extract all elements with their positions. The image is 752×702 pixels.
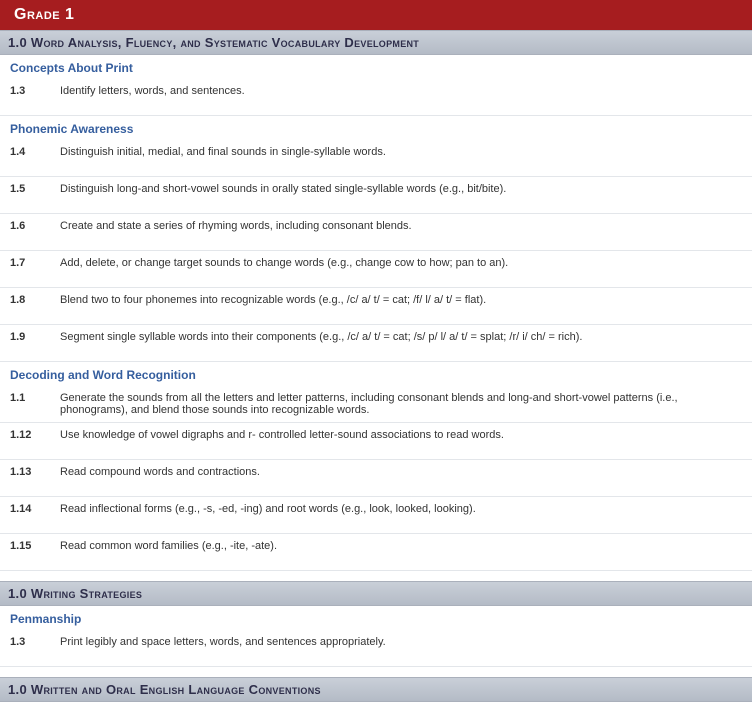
standard-row: 1.14Read inflectional forms (e.g., -s, -… <box>0 497 752 534</box>
section-header: 1.0 Word Analysis, Fluency, and Systemat… <box>0 30 752 55</box>
standard-row: 1.4Distinguish initial, medial, and fina… <box>0 140 752 177</box>
standard-text: Print legibly and space letters, words, … <box>52 630 752 667</box>
standard-text: Distinguish initial, medial, and final s… <box>52 140 752 177</box>
grade-header: Grade 1 <box>0 0 752 30</box>
standard-row: 1.5Distinguish long-and short-vowel soun… <box>0 177 752 214</box>
section-gap <box>0 571 752 581</box>
standard-number: 1.13 <box>0 460 52 497</box>
standard-text: Read inflectional forms (e.g., -s, -ed, … <box>52 497 752 534</box>
subsection-header: Phonemic Awareness <box>0 116 752 140</box>
subsection-header: Decoding and Word Recognition <box>0 362 752 386</box>
standard-row: 1.12Use knowledge of vowel digraphs and … <box>0 423 752 460</box>
standard-number: 1.7 <box>0 251 52 288</box>
standard-row: 1.6Create and state a series of rhyming … <box>0 214 752 251</box>
standards-table: 1.3Print legibly and space letters, word… <box>0 630 752 667</box>
standard-text: Read common word families (e.g., -ite, -… <box>52 534 752 571</box>
standard-text: Segment single syllable words into their… <box>52 325 752 362</box>
standard-text: Create and state a series of rhyming wor… <box>52 214 752 251</box>
standard-text: Generate the sounds from all the letters… <box>52 386 752 423</box>
standard-number: 1.1 <box>0 386 52 423</box>
standard-row: 1.3Identify letters, words, and sentence… <box>0 79 752 116</box>
standard-row: 1.15Read common word families (e.g., -it… <box>0 534 752 571</box>
standard-number: 1.8 <box>0 288 52 325</box>
standard-row: 1.1Generate the sounds from all the lett… <box>0 386 752 423</box>
subsection-header: Concepts About Print <box>0 55 752 79</box>
section-gap <box>0 667 752 677</box>
standards-table: 1.3Identify letters, words, and sentence… <box>0 79 752 116</box>
standard-row: 1.7Add, delete, or change target sounds … <box>0 251 752 288</box>
standard-number: 1.3 <box>0 630 52 667</box>
standard-number: 1.4 <box>0 140 52 177</box>
standard-number: 1.15 <box>0 534 52 571</box>
standard-number: 1.14 <box>0 497 52 534</box>
standard-text: Add, delete, or change target sounds to … <box>52 251 752 288</box>
standard-row: 1.13Read compound words and contractions… <box>0 460 752 497</box>
standard-text: Use knowledge of vowel digraphs and r- c… <box>52 423 752 460</box>
sections-container: 1.0 Word Analysis, Fluency, and Systemat… <box>0 30 752 702</box>
standard-text: Distinguish long-and short-vowel sounds … <box>52 177 752 214</box>
standards-table: 1.1Generate the sounds from all the lett… <box>0 386 752 571</box>
standard-number: 1.9 <box>0 325 52 362</box>
standard-number: 1.6 <box>0 214 52 251</box>
standard-number: 1.3 <box>0 79 52 116</box>
subsection-header: Penmanship <box>0 606 752 630</box>
standard-row: 1.9Segment single syllable words into th… <box>0 325 752 362</box>
standard-text: Blend two to four phonemes into recogniz… <box>52 288 752 325</box>
section-header: 1.0 Writing Strategies <box>0 581 752 606</box>
standard-number: 1.5 <box>0 177 52 214</box>
standard-text: Identify letters, words, and sentences. <box>52 79 752 116</box>
standard-text: Read compound words and contractions. <box>52 460 752 497</box>
standard-number: 1.12 <box>0 423 52 460</box>
section-header: 1.0 Written and Oral English Language Co… <box>0 677 752 702</box>
standard-row: 1.3Print legibly and space letters, word… <box>0 630 752 667</box>
standard-row: 1.8Blend two to four phonemes into recog… <box>0 288 752 325</box>
standards-table: 1.4Distinguish initial, medial, and fina… <box>0 140 752 362</box>
